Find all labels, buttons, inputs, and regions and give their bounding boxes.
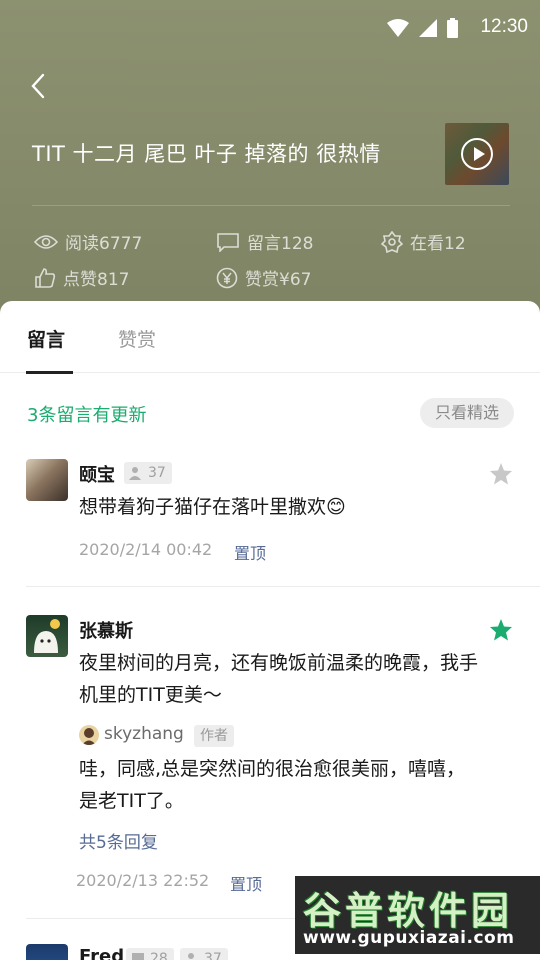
user-icon [129,467,141,480]
star-icon[interactable] [489,462,513,486]
stat-watching: 在看12 [381,229,466,254]
comment-divider [26,586,540,587]
status-time: 12:30 [480,16,528,37]
commenter-name[interactable]: 颐宝 [79,461,115,487]
comment-date: 2020/2/14 00:42 [79,540,213,559]
author-badge: 作者 [194,725,234,747]
signal-icon [419,19,437,37]
video-thumbnail[interactable] [445,123,509,185]
comment-count-badge: 28 [126,948,174,960]
user-badge: 37 [180,948,228,960]
stat-reward: 赞赏¥67 [216,265,311,290]
watching-icon [381,230,403,253]
tab-comments[interactable]: 留言 [27,325,65,352]
comment-text: 想带着狗子猫仔在落叶里撒欢😊 [79,496,346,518]
stat-watching-label: 在看12 [410,234,466,254]
battery-icon [447,18,458,38]
reply-text: 哇，同感,总是突然间的很治愈很美丽，嘻嘻，是老TIT了。 [79,758,466,812]
comment-date: 2020/2/13 22:52 [76,871,210,890]
stat-read-label: 阅读6777 [65,234,143,254]
more-replies-link[interactable]: 共5条回复 [79,828,158,853]
featured-filter-button[interactable]: 只看精选 [420,398,514,428]
chevron-left-icon [31,73,45,99]
user-icon [188,953,194,959]
pin-button[interactable]: 置顶 [230,871,262,895]
user-badge: 37 [124,462,172,484]
wifi-icon [387,19,409,37]
status-bar: 12:30 [0,0,540,58]
user-badge-count: 37 [204,951,222,960]
comment-icon [132,953,144,960]
pin-button[interactable]: 置顶 [234,540,266,564]
commenter-name[interactable]: Fred [79,946,124,960]
comment-icon [217,232,239,252]
status-icons [387,18,458,38]
eye-icon [34,234,58,249]
stat-likes: 点赞817 [34,265,129,290]
article-title: TIT 十二月 尾巴 叶子 掉落的 很热情 [32,142,381,166]
avatar[interactable] [26,459,68,501]
reply-avatar[interactable] [79,725,99,745]
stat-comments-label: 留言128 [247,234,314,254]
avatar[interactable] [26,944,68,960]
tab-bar: 留言 赞赏 [0,301,540,374]
play-icon [461,138,493,170]
comment-text: 夜里树间的月亮，还有晚饭前温柔的晚霞，我手机里的TIT更美～ [79,652,479,706]
comment-count: 28 [150,951,168,960]
watermark-title: 谷普软件园 [303,889,514,933]
updates-link[interactable]: 3条留言有更新 [27,401,146,427]
star-icon[interactable] [489,618,513,642]
stat-comments: 留言128 [216,229,313,254]
reply-avatar-image [82,728,96,745]
stat-reward-label: 赞赏¥67 [245,270,312,290]
yen-coin-icon [216,267,238,288]
back-button[interactable] [20,68,56,104]
reply-author-name[interactable]: skyzhang [104,724,184,744]
stat-read: 阅读6777 [34,229,142,254]
avatar-character [34,619,60,653]
stat-likes-label: 点赞817 [63,270,130,290]
tab-underline [26,371,73,374]
user-badge-count: 37 [148,465,166,481]
tab-rewards[interactable]: 赞赏 [118,325,156,352]
article-header: 12:30 TIT 十二月 尾巴 叶子 掉落的 很热情 阅读6777 留言128… [0,0,540,320]
watermark-logo: 谷普软件园 www.gupuxiazai.com [295,876,540,954]
thumbs-up-icon [35,267,56,288]
comments-sheet: 留言 赞赏 3条留言有更新 只看精选 颐宝 37 想带着狗子猫仔在落叶里撒欢😊 … [0,301,540,960]
watermark-url: www.gupuxiazai.com [303,928,515,948]
header-divider [32,205,510,206]
avatar[interactable] [26,615,68,657]
commenter-name[interactable]: 张慕斯 [79,617,133,643]
